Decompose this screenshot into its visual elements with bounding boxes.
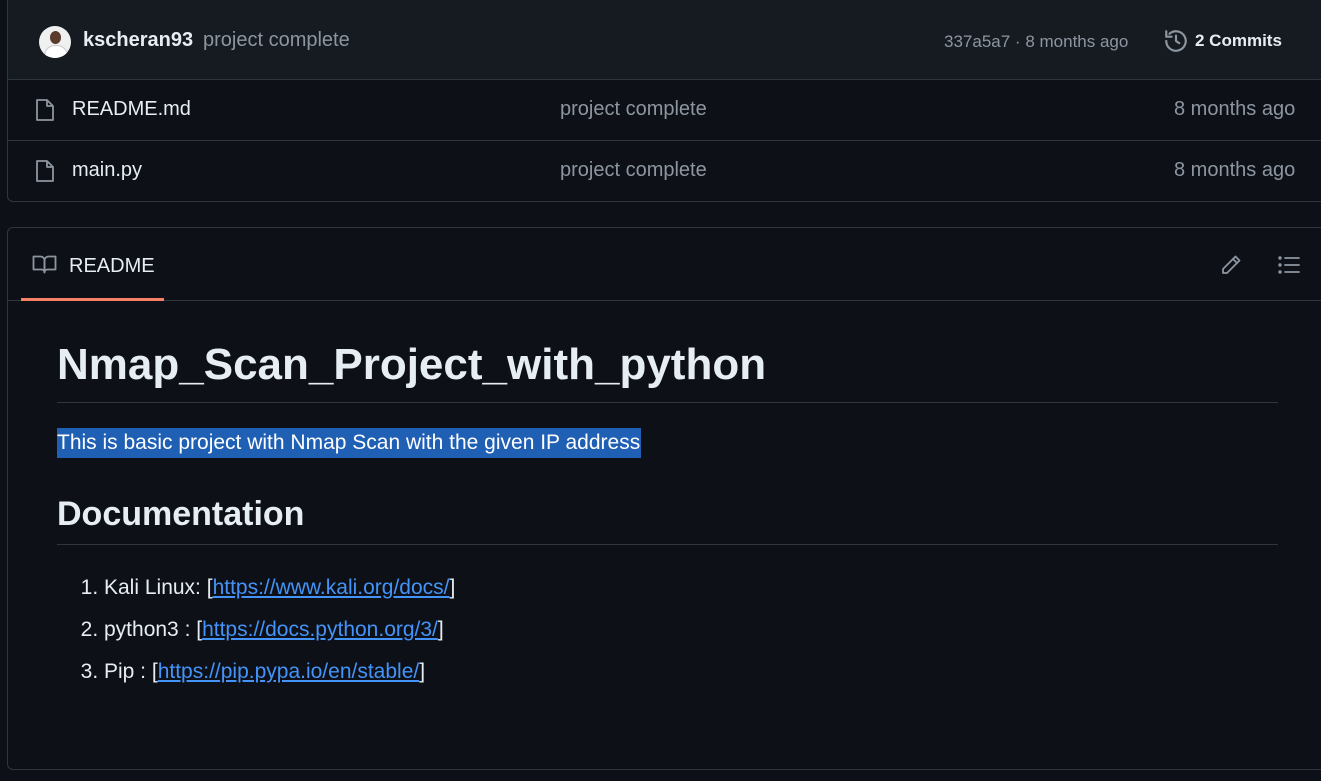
commit-author[interactable]: kscheran93	[83, 29, 193, 52]
file-commit-message[interactable]: project complete	[560, 98, 707, 121]
file-name[interactable]: README.md	[72, 98, 191, 121]
pencil-icon[interactable]	[1219, 253, 1243, 277]
file-row-readme[interactable]: README.md project complete 8 months ago	[8, 80, 1321, 141]
readme-title: Nmap_Scan_Project_with_python	[57, 338, 1278, 403]
readme-content: Nmap_Scan_Project_with_python This is ba…	[57, 338, 1278, 693]
list-item-text: Pip : [	[104, 659, 158, 683]
docs-link-kali[interactable]: https://www.kali.org/docs/	[213, 576, 450, 599]
readme-intro: This is basic project with Nmap Scan wit…	[57, 425, 1278, 461]
commits-link[interactable]: 2 Commits	[1163, 28, 1282, 54]
latest-commit-bar: kscheran93 project complete 337a5a7 · 8 …	[8, 0, 1321, 80]
list-item: Pip : [https://pip.pypa.io/en/stable/]	[104, 651, 1278, 693]
file-name[interactable]: main.py	[72, 159, 142, 182]
file-age: 8 months ago	[1174, 159, 1296, 181]
readme-panel: README Nmap_Scan_Project_with_python Thi…	[7, 227, 1321, 770]
section-heading-documentation: Documentation	[57, 495, 1278, 545]
bracket: ]	[419, 659, 426, 683]
docs-list: Kali Linux: [https://www.kali.org/docs/]…	[57, 567, 1278, 693]
docs-link-pip[interactable]: https://pip.pypa.io/en/stable/	[158, 660, 420, 683]
commit-meta: 337a5a7 · 8 months ago	[944, 32, 1128, 52]
commit-separator: ·	[1014, 32, 1021, 51]
bracket: ]	[449, 575, 456, 599]
tab-readme[interactable]: README	[21, 228, 164, 301]
file-commit-message[interactable]: project complete	[560, 159, 707, 182]
bracket: ]	[437, 617, 444, 641]
list-item: python3 : [https://docs.python.org/3/]	[104, 609, 1278, 651]
file-row-main[interactable]: main.py project complete 8 months ago	[8, 141, 1321, 202]
docs-link-python[interactable]: https://docs.python.org/3/	[202, 618, 438, 641]
book-icon	[32, 255, 57, 274]
commit-sha[interactable]: 337a5a7	[944, 32, 1010, 51]
list-unordered-icon[interactable]	[1277, 253, 1301, 277]
readme-header: README	[8, 228, 1321, 301]
file-icon	[36, 99, 54, 121]
avatar[interactable]	[39, 26, 71, 58]
file-table: kscheran93 project complete 337a5a7 · 8 …	[7, 0, 1321, 202]
selected-text: This is basic project with Nmap Scan wit…	[57, 427, 642, 458]
list-item-text: Kali Linux: [	[104, 575, 213, 599]
file-icon	[36, 160, 54, 182]
list-item-text: python3 : [	[104, 617, 203, 641]
readme-tab-label: README	[69, 255, 155, 277]
history-icon	[1165, 30, 1187, 52]
commit-message[interactable]: project complete	[203, 29, 350, 52]
file-age: 8 months ago	[1174, 98, 1296, 120]
commit-age: 8 months ago	[1025, 32, 1129, 51]
list-item: Kali Linux: [https://www.kali.org/docs/]	[104, 567, 1278, 609]
commits-count-label: 2 Commits	[1195, 31, 1282, 50]
